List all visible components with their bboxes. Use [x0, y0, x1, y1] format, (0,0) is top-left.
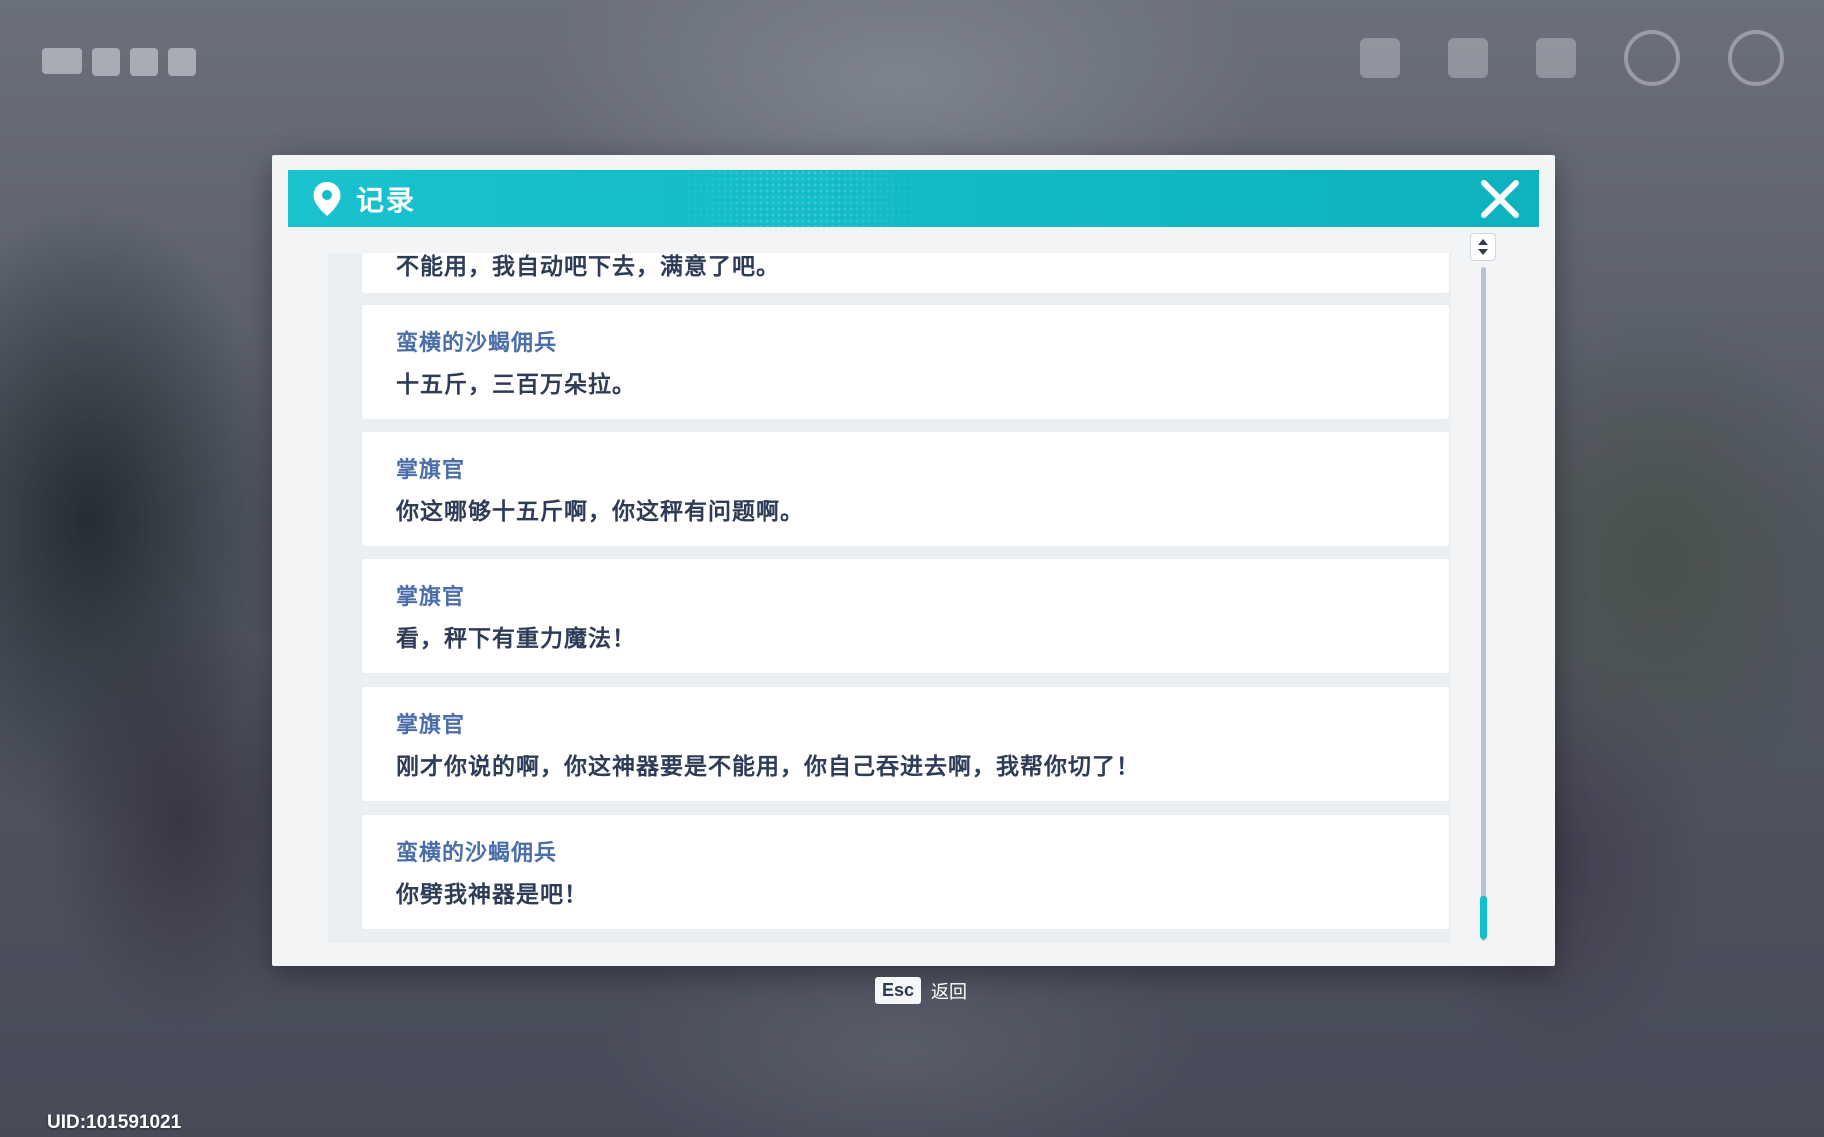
game-logo [42, 48, 196, 76]
dialogue-line: 你劈我神器是吧！ [396, 882, 588, 908]
header-dot-pattern [668, 170, 928, 227]
list-item: 掌旗官 看，秤下有重力魔法！ [362, 559, 1449, 673]
speaker-name: 掌旗官 [396, 458, 466, 483]
menu-icon [1624, 30, 1680, 86]
speaker-name: 蛮横的沙蝎佣兵 [396, 841, 558, 866]
list-item: 掌旗官 刚才你说的啊，你这神器要是不能用，你自己吞进去啊，我帮你切了！ [362, 687, 1449, 801]
scrollbar-thumb[interactable] [1480, 896, 1487, 939]
map-pin-icon [313, 181, 341, 216]
scrollbar-track[interactable] [1481, 267, 1486, 941]
esc-back-hint[interactable]: Esc 返回 [875, 977, 967, 1004]
dialogue-line: 刚才你说的啊，你这神器要是不能用，你自己吞进去啊，我帮你切了！ [396, 754, 1140, 780]
dialogue-line: 你这哪够十五斤啊，你这秤有问题啊。 [396, 499, 804, 525]
uid-label: UID:101591021 [47, 1112, 182, 1133]
dialogue-line: 十五斤，三百万朵拉。 [396, 372, 636, 398]
top-right-toolbar [1360, 30, 1784, 86]
edit-icon [1360, 38, 1400, 78]
calendar-icon [1536, 38, 1576, 78]
list-item: 蛮横的沙蝎佣兵 你劈我神器是吧！ [362, 815, 1449, 929]
dialogue-line: 看，秤下有重力魔法！ [396, 626, 636, 652]
speaker-name: 蛮横的沙蝎佣兵 [396, 331, 558, 356]
dialog-title: 记录 [356, 183, 417, 217]
dialogue-log-dialog: 记录 不能用，我自动吧下去，满意了吧。 蛮横的沙蝎佣兵 十五斤，三百万朵拉。 掌… [272, 155, 1555, 966]
dialog-header: 记录 [288, 170, 1539, 227]
list-item: 掌旗官 你这哪够十五斤啊，你这秤有问题啊。 [362, 432, 1449, 546]
back-label: 返回 [931, 981, 968, 1003]
compass-icon [1728, 30, 1784, 86]
sort-arrows-icon [1478, 239, 1488, 255]
dialogue-line: 不能用，我自动吧下去，满意了吧。 [396, 254, 780, 280]
dialogue-log-list[interactable]: 不能用，我自动吧下去，满意了吧。 蛮横的沙蝎佣兵 十五斤，三百万朵拉。 掌旗官 … [328, 253, 1451, 943]
list-item: 蛮横的沙蝎佣兵 十五斤，三百万朵拉。 [362, 305, 1449, 419]
esc-key-badge[interactable]: Esc [875, 977, 922, 1004]
list-item: 不能用，我自动吧下去，满意了吧。 [362, 253, 1449, 293]
gift-icon [1448, 38, 1488, 78]
speaker-name: 掌旗官 [396, 585, 466, 610]
scroll-stepper[interactable] [1470, 233, 1496, 261]
close-icon[interactable] [1479, 178, 1521, 220]
speaker-name: 掌旗官 [396, 713, 466, 738]
